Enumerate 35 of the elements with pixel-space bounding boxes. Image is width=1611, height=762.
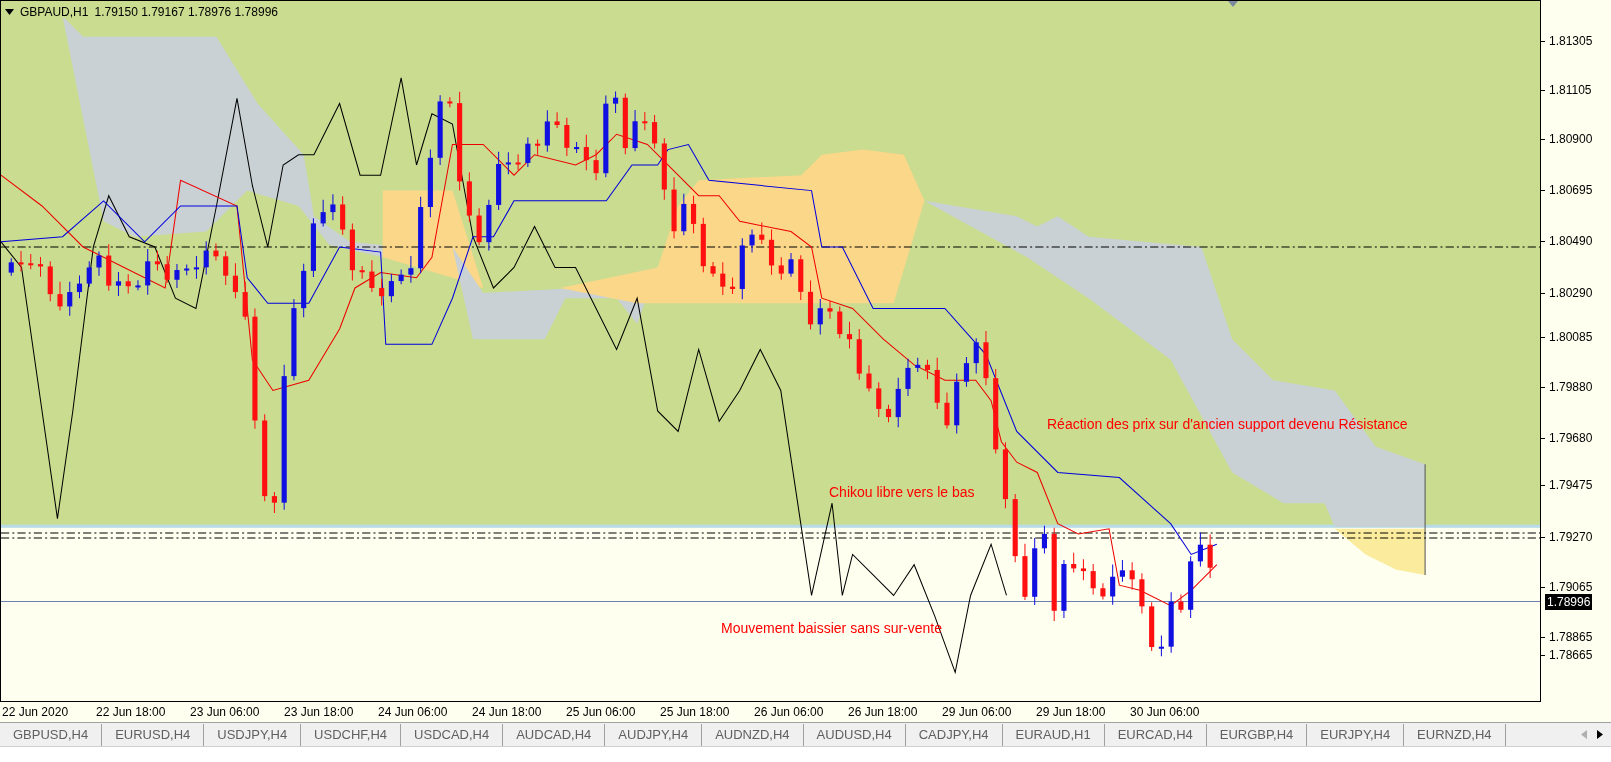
- price-axis-label: 1.78865: [1549, 629, 1593, 646]
- price-axis-label: 1.81105: [1549, 82, 1592, 99]
- current-price-label: 1.78996: [1545, 594, 1593, 610]
- price-axis-label: 1.80490: [1549, 233, 1593, 250]
- time-axis-label: 22 Jun 18:00: [96, 704, 167, 721]
- time-axis-label: 24 Jun 18:00: [472, 704, 543, 721]
- time-axis-label: 23 Jun 18:00: [284, 704, 355, 721]
- price-axis-label: 1.80695: [1549, 182, 1593, 199]
- price-axis-label: 1.78665: [1549, 647, 1593, 664]
- time-axis-label: 29 Jun 18:00: [1036, 704, 1107, 721]
- chart-annotation: Réaction des prix sur d'ancien support devenu Résistance: [1047, 415, 1408, 434]
- chart-quotes: 1.79150 1.79167 1.78976 1.78996: [94, 4, 278, 21]
- time-axis-label: 25 Jun 06:00: [566, 704, 637, 721]
- scroll-right-icon[interactable]: [1597, 730, 1603, 739]
- time-axis-label: 26 Jun 06:00: [754, 704, 825, 721]
- dropdown-caret-icon[interactable]: [5, 9, 14, 15]
- price-axis-label: 1.79880: [1549, 379, 1593, 396]
- time-axis-label: 22 Jun 2020: [2, 704, 70, 721]
- time-axis-label: 29 Jun 06:00: [942, 704, 1013, 721]
- price-axis-label: 1.79065: [1549, 579, 1593, 596]
- time-axis-label: 26 Jun 18:00: [848, 704, 919, 721]
- chart-symbol: GBPAUD,H1: [20, 4, 89, 21]
- chart-shift-marker-icon[interactable]: [1228, 1, 1238, 7]
- price-axis-label: 1.80900: [1549, 131, 1593, 148]
- price-axis-label: 1.81305: [1549, 33, 1593, 50]
- chart-annotation: Chikou libre vers le bas: [829, 483, 975, 502]
- time-axis-label: 25 Jun 18:00: [660, 704, 731, 721]
- time-axis-label: 24 Jun 06:00: [378, 704, 449, 721]
- price-axis-label: 1.79270: [1549, 529, 1593, 546]
- price-axis-label: 1.79680: [1549, 430, 1593, 447]
- price-axis-label: 1.80085: [1549, 329, 1593, 346]
- price-axis-label: 1.80290: [1549, 285, 1593, 302]
- price-axis-label: 1.79475: [1549, 477, 1593, 494]
- time-axis-label: 30 Jun 06:00: [1130, 704, 1201, 721]
- time-axis-label: 23 Jun 06:00: [190, 704, 261, 721]
